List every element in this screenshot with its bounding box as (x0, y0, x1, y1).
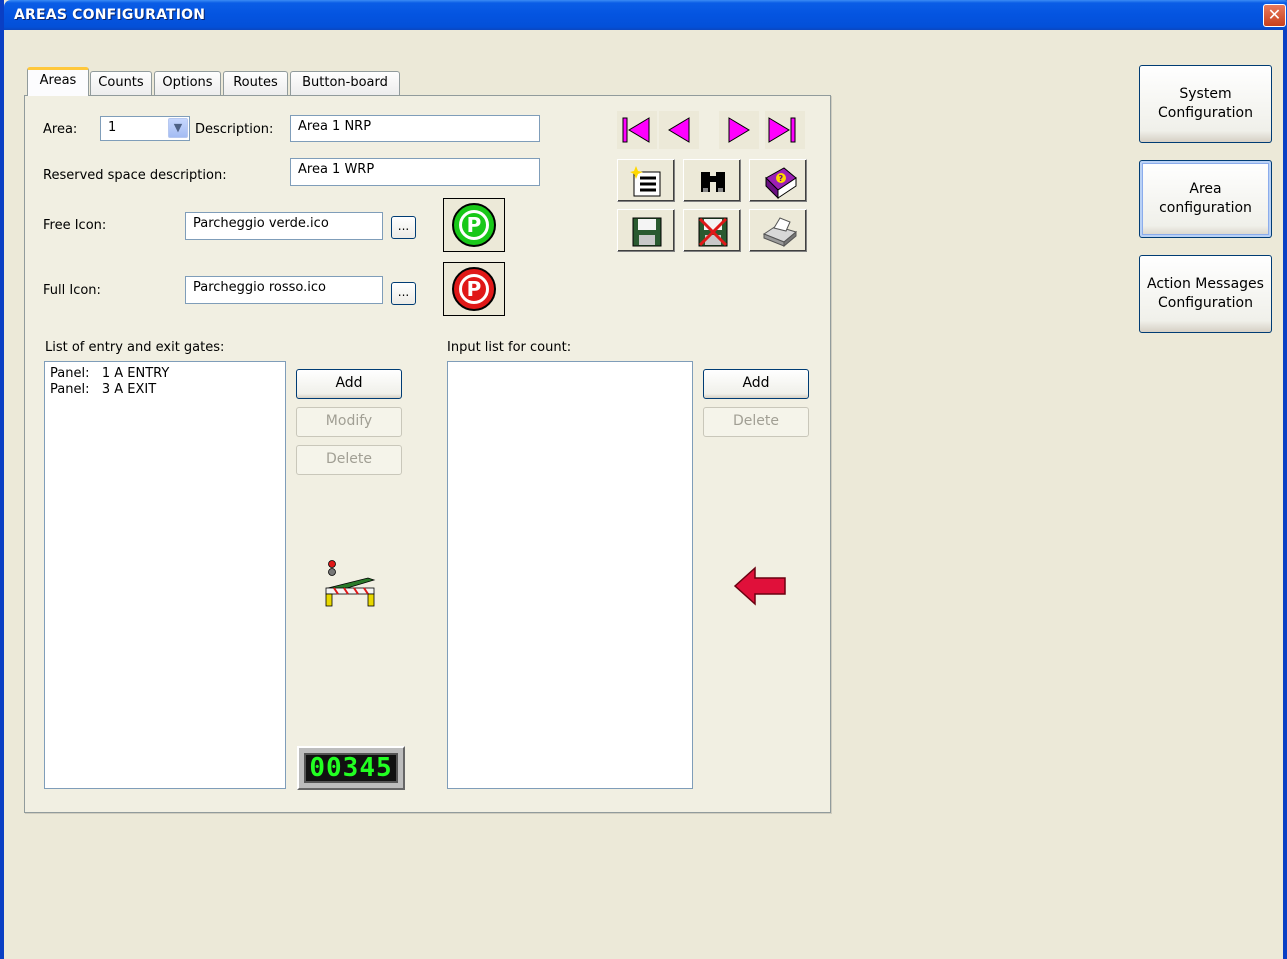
parking-glyph: P (459, 210, 489, 240)
previous-record-button[interactable] (659, 111, 699, 149)
parking-full-icon: P (452, 267, 496, 311)
reserved-space-label: Reserved space description: (43, 168, 227, 183)
description-label: Description: (195, 122, 274, 137)
system-configuration-label: System Configuration (1158, 85, 1253, 123)
areas-configuration-window: AREAS CONFIGURATION ✕ Areas Counts Optio… (0, 0, 1287, 959)
list-item[interactable]: Panel: 3 A EXIT (50, 382, 280, 398)
full-icon-field[interactable]: Parcheggio rosso.ico (185, 276, 383, 304)
first-record-button[interactable] (617, 111, 657, 149)
delete-count-input-button[interactable]: Delete (703, 407, 809, 437)
svg-text:?: ? (779, 174, 784, 183)
save-button[interactable] (617, 209, 675, 252)
full-icon-label: Full Icon: (43, 283, 101, 298)
help-book-icon: ? (765, 167, 797, 200)
first-record-icon (622, 117, 650, 143)
area-configuration-button[interactable]: Area configuration (1139, 160, 1272, 238)
tab-label: Options (162, 75, 213, 90)
next-record-button[interactable] (719, 111, 759, 149)
tab-options[interactable]: Options (154, 71, 221, 96)
description-field[interactable]: Area 1 NRP (290, 115, 540, 142)
tab-label: Button-board (302, 75, 388, 90)
save-icon (632, 217, 662, 247)
area-configuration-label: Area configuration (1159, 180, 1252, 218)
label-line: Configuration (1158, 105, 1253, 121)
label-line: Configuration (1158, 295, 1253, 311)
area-select-value: 1 (108, 120, 117, 135)
label-line: Action Messages (1147, 276, 1264, 292)
tab-label: Routes (233, 75, 278, 90)
system-configuration-button[interactable]: System Configuration (1139, 65, 1272, 143)
delete-gate-button[interactable]: Delete (296, 445, 402, 475)
new-record-icon (630, 166, 661, 197)
cancel-save-button[interactable] (683, 209, 741, 252)
count-input-list[interactable] (447, 361, 693, 789)
counter-value: 00345 (304, 753, 398, 783)
parking-free-icon: P (452, 203, 496, 247)
tab-button-board[interactable]: Button-board (290, 71, 400, 96)
free-icon-label: Free Icon: (43, 218, 107, 233)
list-item[interactable]: Panel: 1 A ENTRY (50, 366, 280, 382)
gates-list-label: List of entry and exit gates: (45, 340, 225, 355)
counter-display: 00345 (297, 746, 405, 790)
full-icon-preview: P (443, 262, 505, 316)
tab-label: Areas (39, 73, 77, 88)
arrow-left-icon (733, 566, 786, 606)
reserved-space-field[interactable]: Area 1 WRP (290, 158, 540, 186)
new-record-button[interactable] (617, 159, 675, 202)
modify-gate-button[interactable]: Modify (296, 407, 402, 437)
tab-label: Counts (98, 75, 144, 90)
label-line: configuration (1159, 200, 1252, 216)
close-icon: ✕ (1267, 5, 1282, 24)
area-select[interactable]: 1 ▼ (100, 116, 190, 141)
browse-free-icon-button[interactable]: ... (391, 216, 416, 239)
free-icon-field[interactable]: Parcheggio verde.ico (185, 212, 383, 240)
printer-icon (762, 217, 798, 248)
last-record-icon (768, 117, 796, 143)
barrier-gate-icon (325, 560, 376, 607)
print-button[interactable] (749, 209, 807, 252)
add-count-input-button[interactable]: Add (703, 369, 809, 399)
tab-areas[interactable]: Areas (27, 67, 89, 96)
action-messages-configuration-button[interactable]: Action Messages Configuration (1139, 255, 1272, 333)
close-button[interactable]: ✕ (1263, 4, 1286, 27)
add-gate-button[interactable]: Add (296, 369, 402, 399)
gates-list[interactable]: Panel: 1 A ENTRY Panel: 3 A EXIT (44, 361, 286, 789)
parking-glyph: P (459, 274, 489, 304)
areas-tab-panel: Area: 1 ▼ Description: Area 1 NRP Reserv… (24, 95, 831, 813)
window-title: AREAS CONFIGURATION (14, 7, 206, 23)
free-icon-preview: P (443, 198, 505, 252)
label-line: System (1179, 86, 1232, 102)
browse-full-icon-button[interactable]: ... (391, 282, 416, 305)
cancel-save-icon (698, 217, 728, 247)
next-record-icon (728, 117, 750, 143)
tab-counts[interactable]: Counts (90, 71, 152, 96)
last-record-button[interactable] (765, 111, 805, 149)
count-input-list-label: Input list for count: (447, 340, 572, 355)
previous-record-icon (668, 117, 690, 143)
binoculars-icon (701, 172, 725, 192)
title-bar: AREAS CONFIGURATION ✕ (4, 0, 1287, 30)
area-label: Area: (43, 122, 78, 137)
tab-routes[interactable]: Routes (223, 71, 288, 96)
chevron-down-icon[interactable]: ▼ (168, 118, 188, 138)
label-line: Area (1189, 181, 1222, 197)
find-button[interactable] (683, 159, 741, 202)
action-messages-configuration-label: Action Messages Configuration (1147, 275, 1264, 313)
help-button[interactable]: ? (749, 159, 807, 202)
